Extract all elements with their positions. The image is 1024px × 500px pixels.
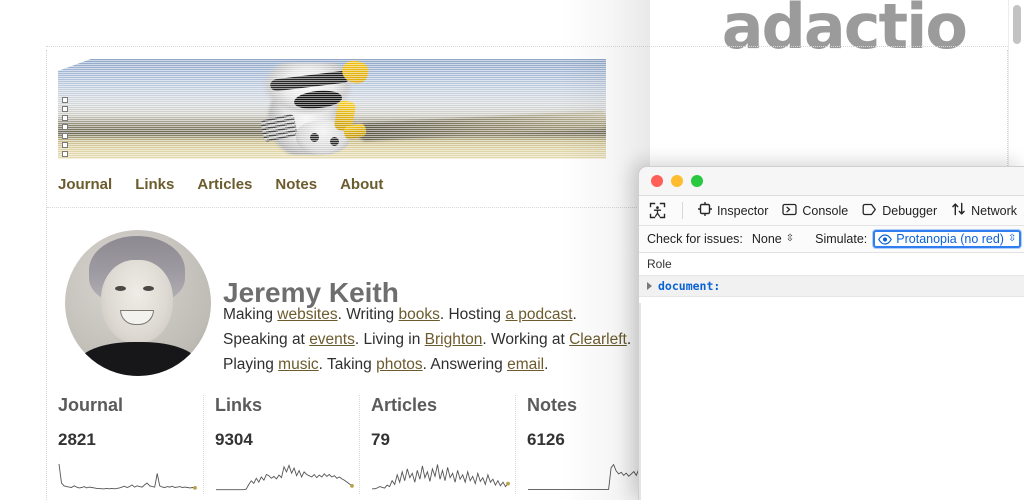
avatar-eye-shape bbox=[115, 286, 126, 291]
trooper-mouth-dot bbox=[310, 133, 319, 142]
accessibility-tree-column-header: Role bbox=[639, 253, 1024, 276]
profile-bio: Making websites. Writing books. Hosting … bbox=[223, 302, 643, 377]
bio-text: Speaking at bbox=[223, 331, 309, 348]
check-for-issues-select[interactable]: None ⇳ bbox=[749, 231, 797, 247]
nav-item-notes[interactable]: Notes bbox=[275, 176, 317, 193]
stat-label: Articles bbox=[371, 395, 515, 416]
check-for-issues-label: Check for issues: bbox=[647, 232, 743, 246]
stepper-chevron-icon: ⇳ bbox=[1008, 234, 1016, 244]
avatar-eye-shape bbox=[143, 286, 154, 291]
bio-text: . Hosting bbox=[440, 306, 505, 323]
devtools-titlebar bbox=[639, 167, 1024, 196]
bio-link-photos[interactable]: photos bbox=[376, 356, 423, 373]
tab-label: Console bbox=[802, 204, 848, 218]
tree-row-label: document: bbox=[658, 279, 720, 293]
bio-link-websites[interactable]: websites bbox=[277, 306, 337, 323]
trooper-mouth-dot bbox=[330, 137, 339, 146]
bio-text: . Writing bbox=[338, 306, 399, 323]
simulate-label: Simulate: bbox=[815, 232, 867, 246]
sparkline-links bbox=[215, 460, 355, 494]
avatar-face-shape bbox=[101, 260, 173, 344]
sparkline-articles bbox=[371, 460, 511, 494]
stat-card-journal[interactable]: Journal 2821 bbox=[47, 395, 203, 494]
accessibility-tree-body bbox=[639, 297, 1024, 500]
devtools-left-edge bbox=[639, 303, 641, 500]
bio-text: . Taking bbox=[319, 356, 376, 373]
logo-divider bbox=[46, 46, 1010, 47]
bio-link-books[interactable]: books bbox=[398, 306, 439, 323]
chevron-right-icon[interactable] bbox=[647, 282, 652, 290]
tab-network[interactable]: Network bbox=[944, 200, 1024, 222]
stat-card-links[interactable]: Links 9304 bbox=[203, 395, 359, 494]
stat-label: Journal bbox=[58, 395, 203, 416]
stat-label: Links bbox=[215, 395, 359, 416]
toolbar-divider bbox=[682, 202, 683, 219]
stat-card-articles[interactable]: Articles 79 bbox=[359, 395, 515, 494]
simulate-select[interactable]: Protanopia (no red) ⇳ bbox=[873, 230, 1021, 248]
bio-text: . Living in bbox=[355, 331, 425, 348]
eye-icon bbox=[878, 234, 892, 245]
bio-text: Making bbox=[223, 306, 277, 323]
accessibility-toolbar: Check for issues: None ⇳ Simulate: Prota… bbox=[639, 226, 1024, 253]
bio-link-clearleft[interactable]: Clearleft bbox=[569, 331, 627, 348]
bio-line-1: Making websites. Writing books. Hosting … bbox=[223, 302, 643, 327]
bio-text: . bbox=[627, 331, 631, 348]
tab-console[interactable]: Console bbox=[775, 200, 855, 222]
avatar-shirt-shape bbox=[77, 342, 199, 376]
devtools-window: Inspector Console Debugger bbox=[638, 166, 1024, 500]
bio-text: Playing bbox=[223, 356, 278, 373]
accessibility-tree-row-document[interactable]: document: bbox=[639, 276, 1024, 297]
zoom-icon[interactable] bbox=[691, 175, 703, 187]
bio-text: . Answering bbox=[423, 356, 507, 373]
stat-value: 79 bbox=[371, 430, 515, 450]
inspector-icon bbox=[698, 202, 712, 219]
banner-tick-markers bbox=[62, 97, 68, 159]
nav-item-journal[interactable]: Journal bbox=[58, 176, 112, 193]
header-banner-image bbox=[58, 59, 606, 159]
stat-value: 2821 bbox=[58, 430, 203, 450]
console-icon bbox=[782, 203, 797, 219]
bio-line-3: Playing music. Taking photos. Answering … bbox=[223, 352, 643, 377]
primary-navigation[interactable]: Journal Links Articles Notes About bbox=[58, 176, 383, 193]
simulate-value: Protanopia (no red) bbox=[896, 232, 1004, 246]
bio-line-2: Speaking at events. Living in Brighton. … bbox=[223, 327, 643, 352]
debugger-icon bbox=[862, 203, 877, 219]
avatar bbox=[65, 230, 211, 376]
bio-text: . bbox=[573, 306, 577, 323]
minimize-icon[interactable] bbox=[671, 175, 683, 187]
column-header-role: Role bbox=[647, 257, 672, 271]
stat-value: 9304 bbox=[215, 430, 359, 450]
bio-link-email[interactable]: email bbox=[507, 356, 544, 373]
devtools-tabbar: Inspector Console Debugger bbox=[639, 196, 1024, 226]
nav-item-articles[interactable]: Articles bbox=[197, 176, 252, 193]
bio-link-music[interactable]: music bbox=[278, 356, 318, 373]
bio-link-brighton[interactable]: Brighton bbox=[425, 331, 483, 348]
trooper-arm-shape bbox=[358, 110, 606, 141]
close-icon[interactable] bbox=[651, 175, 663, 187]
nav-item-links[interactable]: Links bbox=[135, 176, 174, 193]
screenshot-root: adactio bbox=[0, 0, 1024, 500]
bio-link-podcast[interactable]: a podcast bbox=[505, 306, 572, 323]
bio-text: . Working at bbox=[482, 331, 569, 348]
sparkline-journal bbox=[58, 460, 198, 494]
accessibility-picker-icon[interactable] bbox=[647, 200, 668, 222]
nav-item-about[interactable]: About bbox=[340, 176, 383, 193]
tab-label: Inspector bbox=[717, 204, 768, 218]
bio-link-events[interactable]: events bbox=[309, 331, 355, 348]
network-icon bbox=[951, 202, 966, 219]
tab-label: Network bbox=[971, 204, 1017, 218]
banner-photo bbox=[58, 59, 606, 159]
tab-debugger[interactable]: Debugger bbox=[855, 200, 944, 222]
scrollbar-thumb[interactable] bbox=[1013, 5, 1021, 44]
stepper-chevron-icon: ⇳ bbox=[786, 234, 794, 244]
tab-label: Debugger bbox=[882, 204, 937, 218]
bio-text: . bbox=[544, 356, 548, 373]
check-for-issues-value: None bbox=[752, 232, 782, 246]
tab-inspector[interactable]: Inspector bbox=[691, 200, 775, 222]
